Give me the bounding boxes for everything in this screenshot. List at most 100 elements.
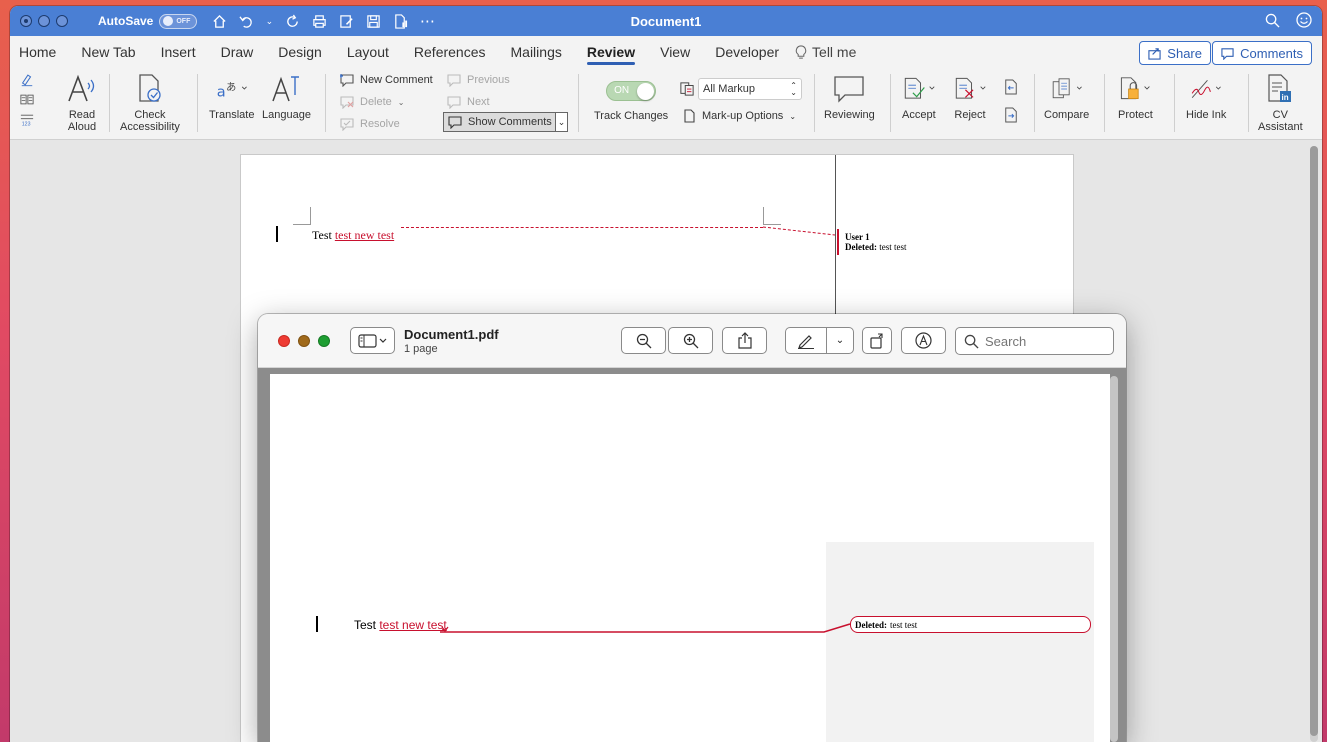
reviewing-pane-button[interactable]: Reviewing [824, 72, 875, 121]
accessibility-icon [134, 72, 166, 106]
previous-comment-button[interactable]: Previous [447, 71, 510, 89]
reject-button[interactable]: Reject [954, 72, 986, 121]
check-accessibility-button[interactable]: Check Accessibility [120, 72, 180, 133]
share-label: Share [1167, 45, 1202, 61]
word-count-icon[interactable]: 123 [20, 112, 34, 127]
markup-options-button[interactable]: Mark-up Options ⌄ [682, 107, 796, 125]
tab-review[interactable]: Review [586, 36, 636, 68]
cv-assistant-button[interactable]: in CV Assistant [1258, 72, 1303, 133]
tab-home[interactable]: Home [19, 36, 56, 68]
translate-button[interactable]: aあ Translate [209, 72, 254, 121]
pdf-deletion-balloon[interactable]: Deleted: test test [850, 616, 1091, 633]
sidebar-toggle-button[interactable] [350, 327, 395, 354]
zoom-in-button[interactable] [668, 327, 713, 354]
tell-me[interactable]: Tell me [795, 44, 856, 60]
autosave-toggle[interactable]: OFF [159, 13, 198, 29]
markup-dropdown-button[interactable]: ⌄ [826, 327, 854, 354]
tab-references[interactable]: References [414, 36, 486, 68]
pdf-balloon-deleted-label: Deleted: [855, 619, 887, 630]
search-icon[interactable] [1264, 12, 1280, 28]
undo-dropdown-icon[interactable]: ⌄ [265, 13, 274, 29]
pdf-text-line[interactable]: Test test new test [354, 618, 447, 632]
reject-label: Reject [954, 109, 986, 121]
pdf-markup-margin [826, 542, 1094, 742]
tab-view[interactable]: View [660, 36, 690, 68]
markup-toolbar-button[interactable] [785, 327, 827, 354]
preview-close-button[interactable] [278, 335, 290, 347]
svg-text:あ: あ [226, 81, 236, 93]
close-window-button[interactable] [20, 15, 32, 27]
show-comments-button[interactable]: Show Comments ⌄ [443, 112, 568, 132]
preview-search-field[interactable] [955, 327, 1114, 355]
language-label: Language [262, 109, 311, 121]
markup-display-select[interactable]: All Markup ⌃ ⌄ [698, 78, 802, 100]
rotate-button[interactable] [862, 327, 892, 354]
track-changes-toggle[interactable]: ON [606, 81, 657, 101]
tab-insert[interactable]: Insert [161, 36, 196, 68]
zoom-out-button[interactable] [621, 327, 666, 354]
preview-zoom-button[interactable] [318, 335, 330, 347]
delete-comment-button[interactable]: Delete ⌄ [340, 93, 405, 111]
read-aloud-button[interactable]: Read Aloud [66, 72, 98, 133]
new-comment-button[interactable]: New Comment [340, 71, 433, 89]
document-chart-icon[interactable] [392, 13, 408, 29]
document-text-line[interactable]: Test test new test [312, 228, 394, 243]
track-changes-button[interactable]: ON Track Changes [594, 81, 668, 122]
save-icon[interactable] [365, 13, 381, 29]
pdf-page[interactable]: Test test new test Deleted: test test [270, 374, 1110, 742]
balloon-user: User 1 [845, 232, 870, 242]
hide-ink-button[interactable]: Hide Ink [1186, 72, 1226, 121]
tab-new-tab[interactable]: New Tab [81, 36, 135, 68]
autosave: AutoSave OFF [98, 13, 198, 29]
undo-icon[interactable] [238, 13, 254, 29]
home-icon[interactable] [211, 13, 227, 29]
vertical-scrollbar[interactable] [1310, 146, 1318, 742]
tell-me-label: Tell me [812, 44, 857, 60]
next-change-icon[interactable] [1004, 107, 1018, 123]
previous-change-icon[interactable] [1004, 79, 1018, 95]
compare-button[interactable]: Compare [1044, 72, 1089, 121]
delete-label: Delete [360, 96, 392, 108]
search-input[interactable] [985, 333, 1105, 349]
spelling-icon[interactable] [20, 72, 34, 86]
pen-icon [798, 334, 814, 349]
translate-icon: aあ [216, 72, 248, 106]
share-icon [1148, 47, 1161, 60]
minimize-window-button[interactable] [38, 15, 50, 27]
tab-developer[interactable]: Developer [715, 36, 779, 68]
tab-layout[interactable]: Layout [347, 36, 389, 68]
print-icon[interactable] [311, 13, 327, 29]
change-connector-line [401, 227, 763, 228]
language-button[interactable]: Language [262, 72, 311, 121]
share-pdf-button[interactable] [722, 327, 767, 354]
deletion-balloon[interactable]: User 1 Deleted: test test [845, 232, 906, 252]
annotate-button[interactable] [901, 327, 946, 354]
redo-icon[interactable] [284, 13, 300, 29]
window-controls [20, 15, 68, 27]
share-button[interactable]: Share [1139, 41, 1211, 65]
zoom-window-button[interactable] [56, 15, 68, 27]
autosave-label: AutoSave [98, 14, 154, 28]
comments-button[interactable]: Comments [1212, 41, 1312, 65]
accept-label: Accept [902, 109, 936, 121]
next-comment-button[interactable]: Next [447, 93, 490, 111]
preview-minimize-button[interactable] [298, 335, 310, 347]
smiley-feedback-icon[interactable] [1296, 12, 1312, 28]
edit-document-icon[interactable] [338, 13, 354, 29]
linkedin-document-icon: in [1264, 72, 1296, 106]
preview-scrollbar[interactable] [1110, 376, 1118, 742]
tab-draw[interactable]: Draw [221, 36, 254, 68]
tab-mailings[interactable]: Mailings [511, 36, 562, 68]
scroll-thumb[interactable] [1310, 146, 1318, 736]
thesaurus-icon[interactable] [20, 92, 34, 106]
tab-design[interactable]: Design [278, 36, 322, 68]
svg-text:in: in [1282, 93, 1289, 102]
pdf-balloon-deleted-text: test test [889, 619, 918, 630]
pdf-plain-text: Test [354, 618, 380, 632]
show-comments-dropdown[interactable]: ⌄ [555, 113, 567, 131]
accept-button[interactable]: Accept [902, 72, 936, 121]
resolve-comment-button[interactable]: Resolve [340, 115, 400, 133]
protect-button[interactable]: Protect [1118, 72, 1153, 121]
margin-mark-right [763, 207, 781, 225]
more-icon[interactable]: ⋯ [419, 13, 435, 30]
